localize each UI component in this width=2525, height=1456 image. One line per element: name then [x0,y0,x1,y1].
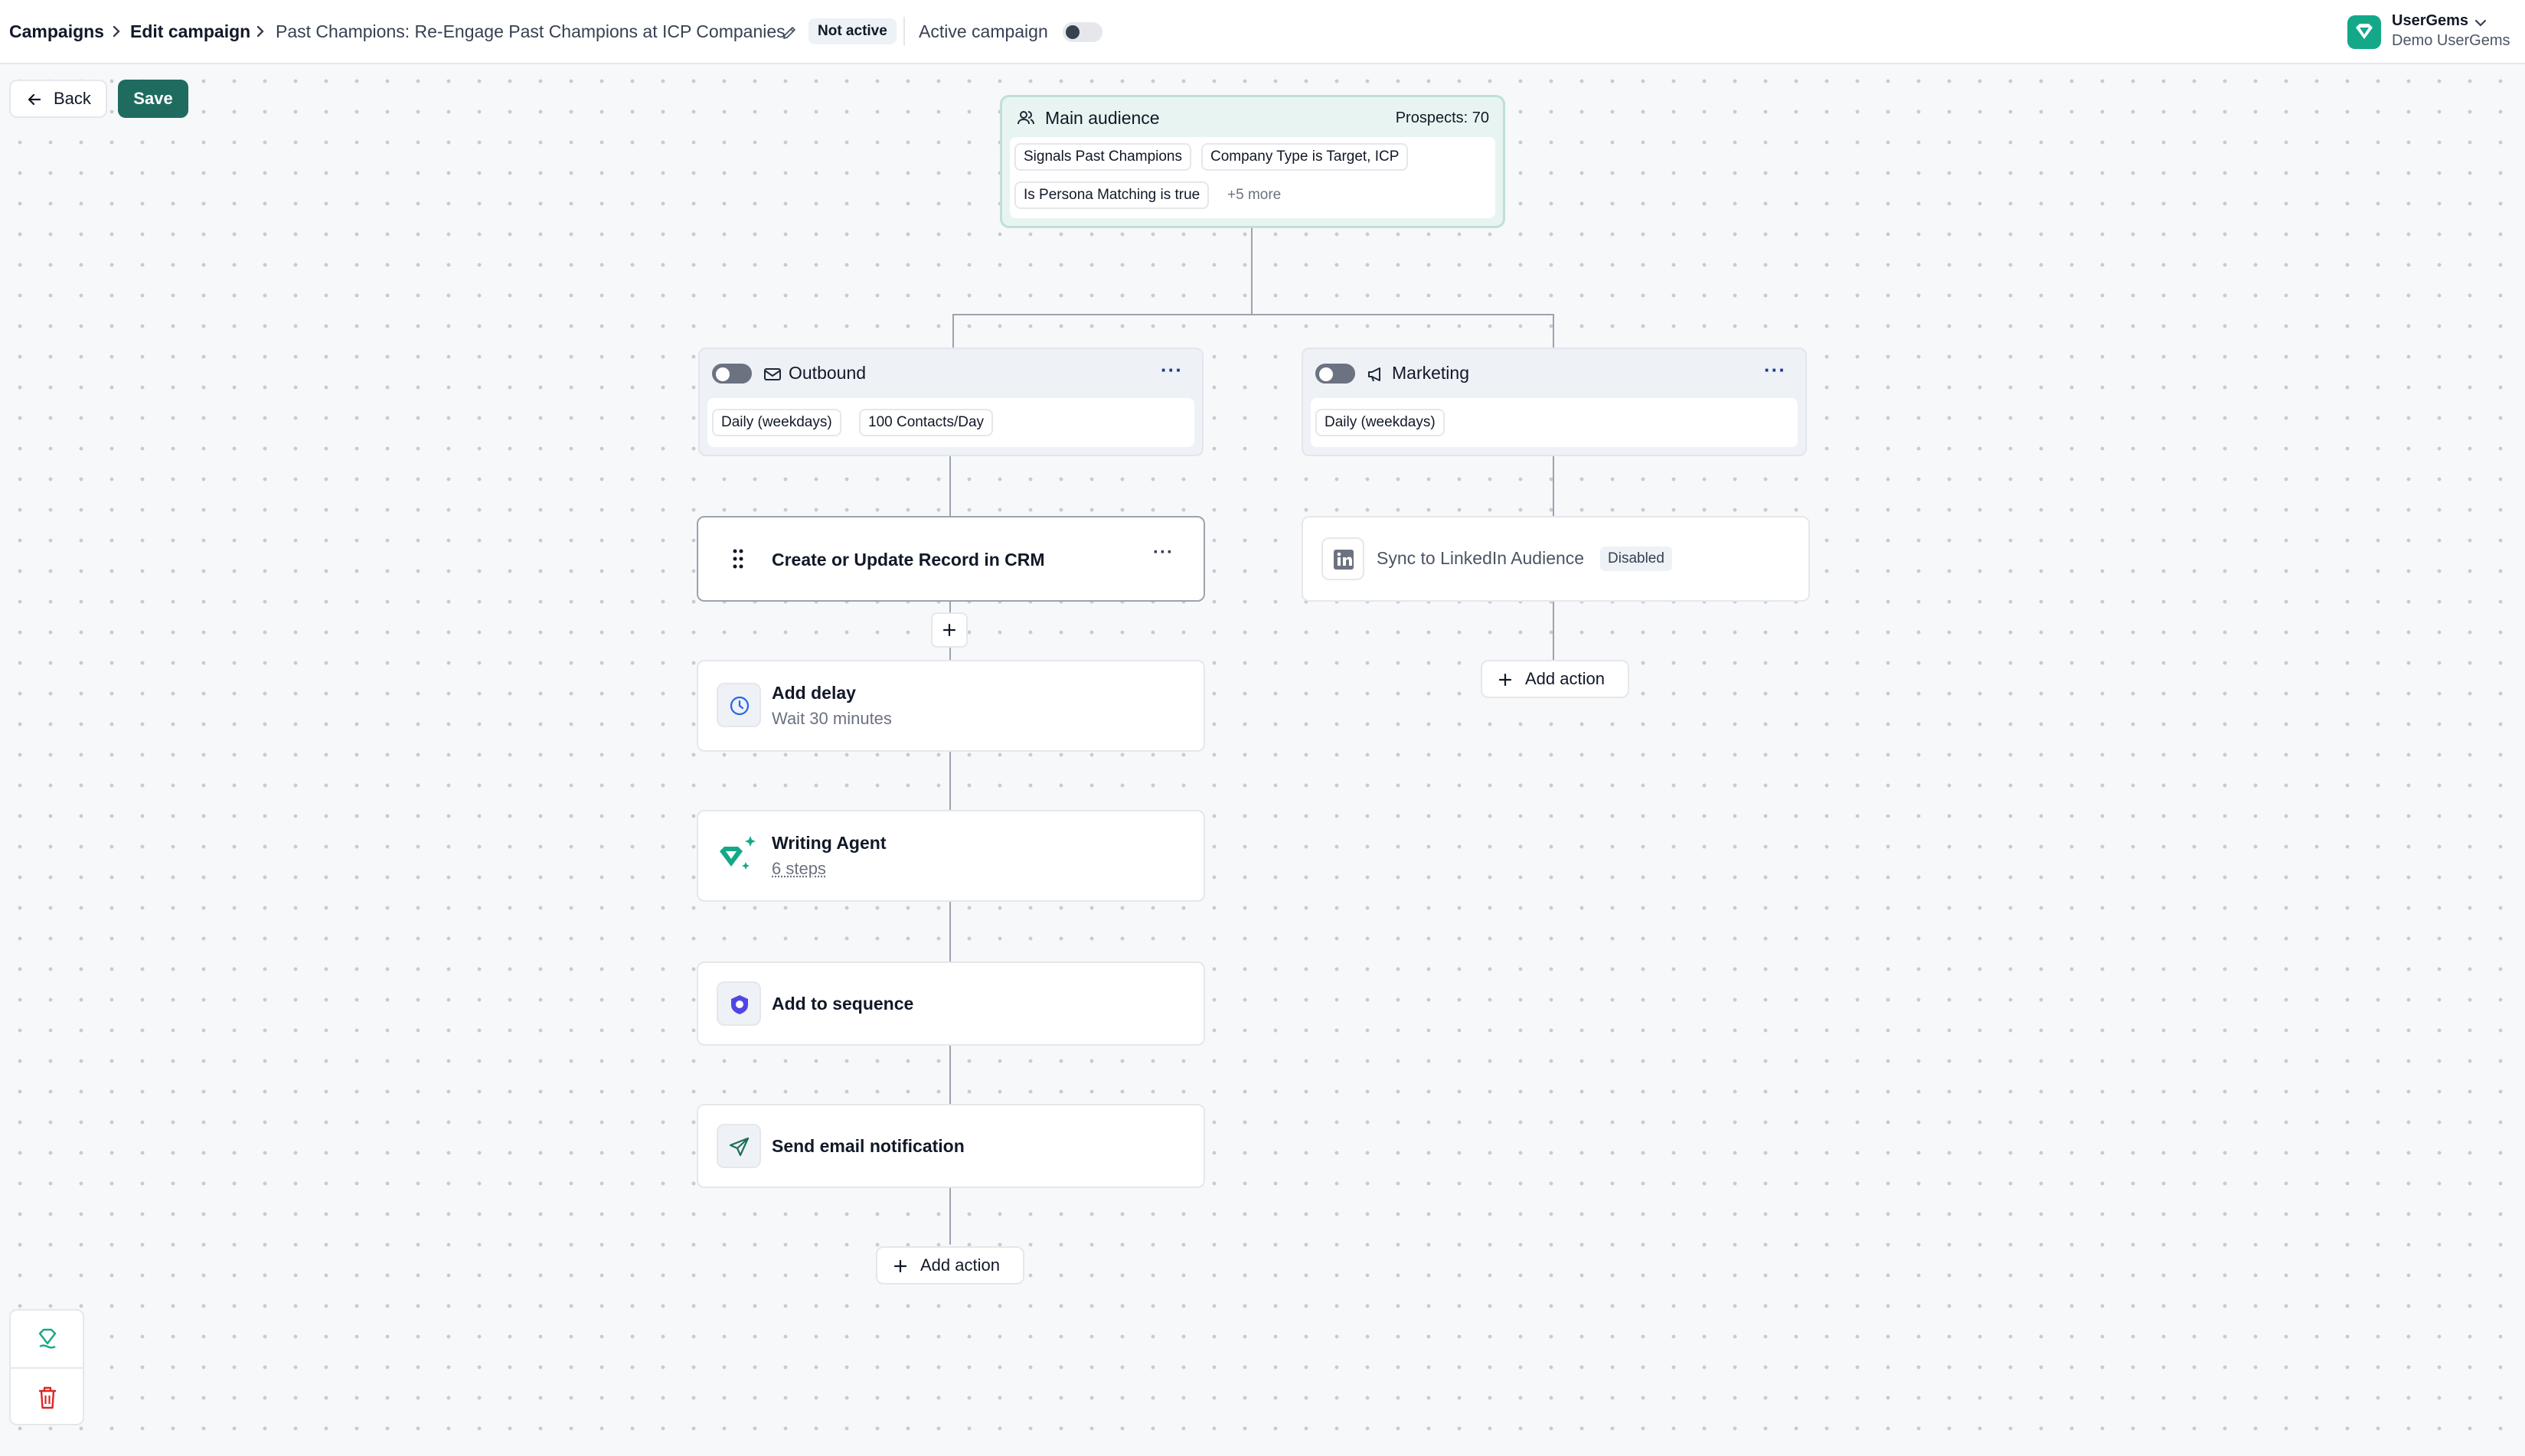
canvas-tools [9,1309,84,1425]
marketing-tags: Daily (weekdays) [1311,398,1798,447]
save-button[interactable]: Save [118,80,188,118]
marketing-toggle[interactable] [1315,364,1355,384]
chevron-right-icon [113,25,120,38]
outbound-add-action-button[interactable]: Add action [876,1246,1024,1285]
breadcrumb-campaigns[interactable]: Campaigns [9,20,104,43]
sequence-icon [731,995,748,1014]
plus-icon [893,1259,907,1273]
writing-agent-icon [720,836,756,870]
step-add-to-sequence[interactable]: Add to sequence [697,961,1205,1046]
schedule-tag: Daily (weekdays) [712,409,841,436]
limit-tag: 100 Contacts/Day [859,409,994,436]
top-bar: Campaigns Edit campaign Past Champions: … [0,0,2525,64]
more-filters-link[interactable]: +5 more [1227,183,1281,207]
prospects-count: Prospects: 70 [1395,109,1489,126]
audience-title: Main audience [1045,108,1160,128]
chevron-right-icon [256,25,264,38]
more-icon[interactable]: ··· [1764,358,1786,382]
marketing-add-action-button[interactable]: Add action [1481,660,1629,698]
account-org: Demo UserGems [2392,32,2510,49]
audience-filter-tag: Is Persona Matching is true [1014,181,1210,209]
account-name[interactable]: UserGems [2392,12,2468,30]
step-sync-linkedin[interactable]: Sync to LinkedIn Audience Disabled [1302,516,1810,602]
step-title: Writing Agent [772,833,887,853]
usergems-icon [2356,24,2373,39]
send-icon-tile [717,1124,761,1168]
steps-link[interactable]: 6 steps [772,859,826,879]
step-title: Send email notification [772,1136,965,1156]
insert-step-button[interactable] [931,612,968,648]
audience-filters: Signals Past Champions Company Type is T… [1010,137,1495,218]
arrow-left-icon [28,93,41,106]
marketing-channel-card[interactable]: Marketing ··· Daily (weekdays) [1302,348,1807,456]
linkedin-icon-tile [1321,537,1364,580]
connector-line [1251,228,1253,314]
step-crm-record[interactable]: Create or Update Record in CRM ··· [697,516,1205,602]
status-badge: Not active [808,18,897,44]
add-action-label: Add action [920,1255,1000,1275]
drag-handle-icon[interactable] [732,548,744,570]
active-campaign-label: Active campaign [919,21,1048,41]
step-subtitle: Wait 30 minutes [772,709,892,728]
step-writing-agent[interactable]: Writing Agent 6 steps [697,810,1205,902]
breadcrumb-edit-campaign[interactable]: Edit campaign [130,20,250,43]
plus-icon [1498,673,1512,687]
megaphone-icon [1368,367,1380,382]
outbound-channel-card[interactable]: Outbound ··· Daily (weekdays) 100 Contac… [698,348,1204,456]
step-title: Add to sequence [772,994,914,1014]
users-icon [1018,111,1034,125]
connector-line [952,314,1554,315]
usergems-icon[interactable] [37,1326,58,1352]
marketing-title: Marketing [1392,363,1469,383]
back-button[interactable]: Back [9,80,107,118]
outbound-title: Outbound [789,363,867,383]
mail-icon [764,368,781,380]
pencil-icon[interactable] [781,24,798,41]
usergems-logo [2347,15,2381,49]
plus-icon [942,623,956,637]
active-campaign-toggle[interactable] [1063,22,1102,42]
audience-filter-tag: Signals Past Champions [1014,143,1191,171]
outbound-tags: Daily (weekdays) 100 Contacts/Day [707,398,1194,447]
campaign-name: Past Champions: Re-Engage Past Champions… [276,21,786,41]
step-title: Add delay [772,683,856,703]
step-add-delay[interactable]: Add delay Wait 30 minutes [697,660,1205,752]
step-title: Sync to LinkedIn Audience [1377,548,1585,568]
trash-icon[interactable] [37,1386,58,1410]
connector-line [1553,314,1554,348]
back-label: Back [54,89,91,108]
connector-line [952,314,954,348]
divider [903,17,905,46]
sequence-icon-tile [717,981,761,1026]
divider [11,1367,83,1369]
clock-icon [730,696,750,716]
send-icon [729,1137,750,1157]
outbound-toggle[interactable] [712,364,752,384]
disabled-badge: Disabled [1600,547,1672,571]
more-icon[interactable]: ··· [1153,542,1174,563]
delay-icon-tile [717,683,761,727]
main-audience-card[interactable]: Main audience Prospects: 70 Signals Past… [1000,95,1505,228]
more-icon[interactable]: ··· [1161,358,1183,382]
schedule-tag: Daily (weekdays) [1315,409,1445,436]
step-send-email-notification[interactable]: Send email notification [697,1104,1205,1188]
add-action-label: Add action [1525,669,1605,688]
audience-filter-tag: Company Type is Target, ICP [1201,143,1409,171]
chevron-down-icon[interactable] [2473,15,2488,31]
step-title: Create or Update Record in CRM [772,550,1045,570]
linkedin-icon [1334,550,1354,570]
